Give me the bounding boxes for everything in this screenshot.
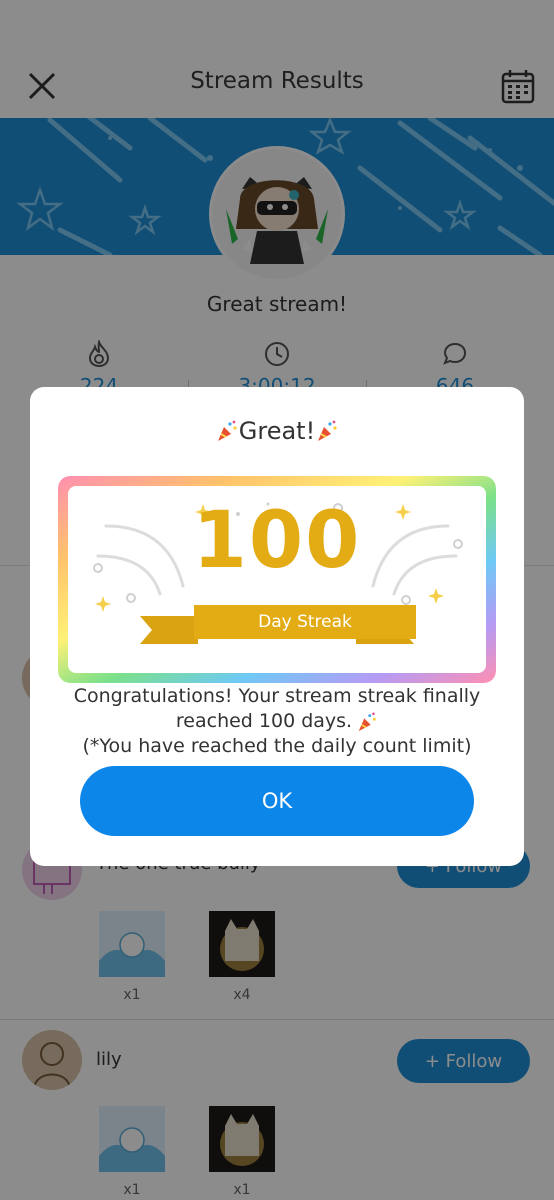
modal-message-line: reached 100 days. (175, 710, 353, 732)
modal-heading: Great! (30, 417, 524, 445)
modal-message-line: Congratulations! Your stream streak fina… (73, 685, 481, 707)
ok-button[interactable]: OK (80, 766, 474, 836)
modal-heading-text: Great! (238, 417, 316, 445)
streak-number: 100 (192, 496, 362, 586)
party-popper-icon (358, 711, 376, 731)
streak-modal: Great! 100 Day Streak Congratulations! Y… (30, 387, 524, 866)
streak-label: Day Streak (258, 612, 352, 632)
streak-badge: 100 Day Streak (58, 476, 496, 683)
modal-message-line-with-icon: reached 100 days. (30, 709, 524, 734)
party-popper-icon (217, 420, 237, 441)
modal-message: Congratulations! Your stream streak fina… (30, 684, 524, 759)
modal-message-line: (*You have reached the daily count limit… (82, 735, 472, 757)
party-popper-icon (318, 420, 337, 441)
